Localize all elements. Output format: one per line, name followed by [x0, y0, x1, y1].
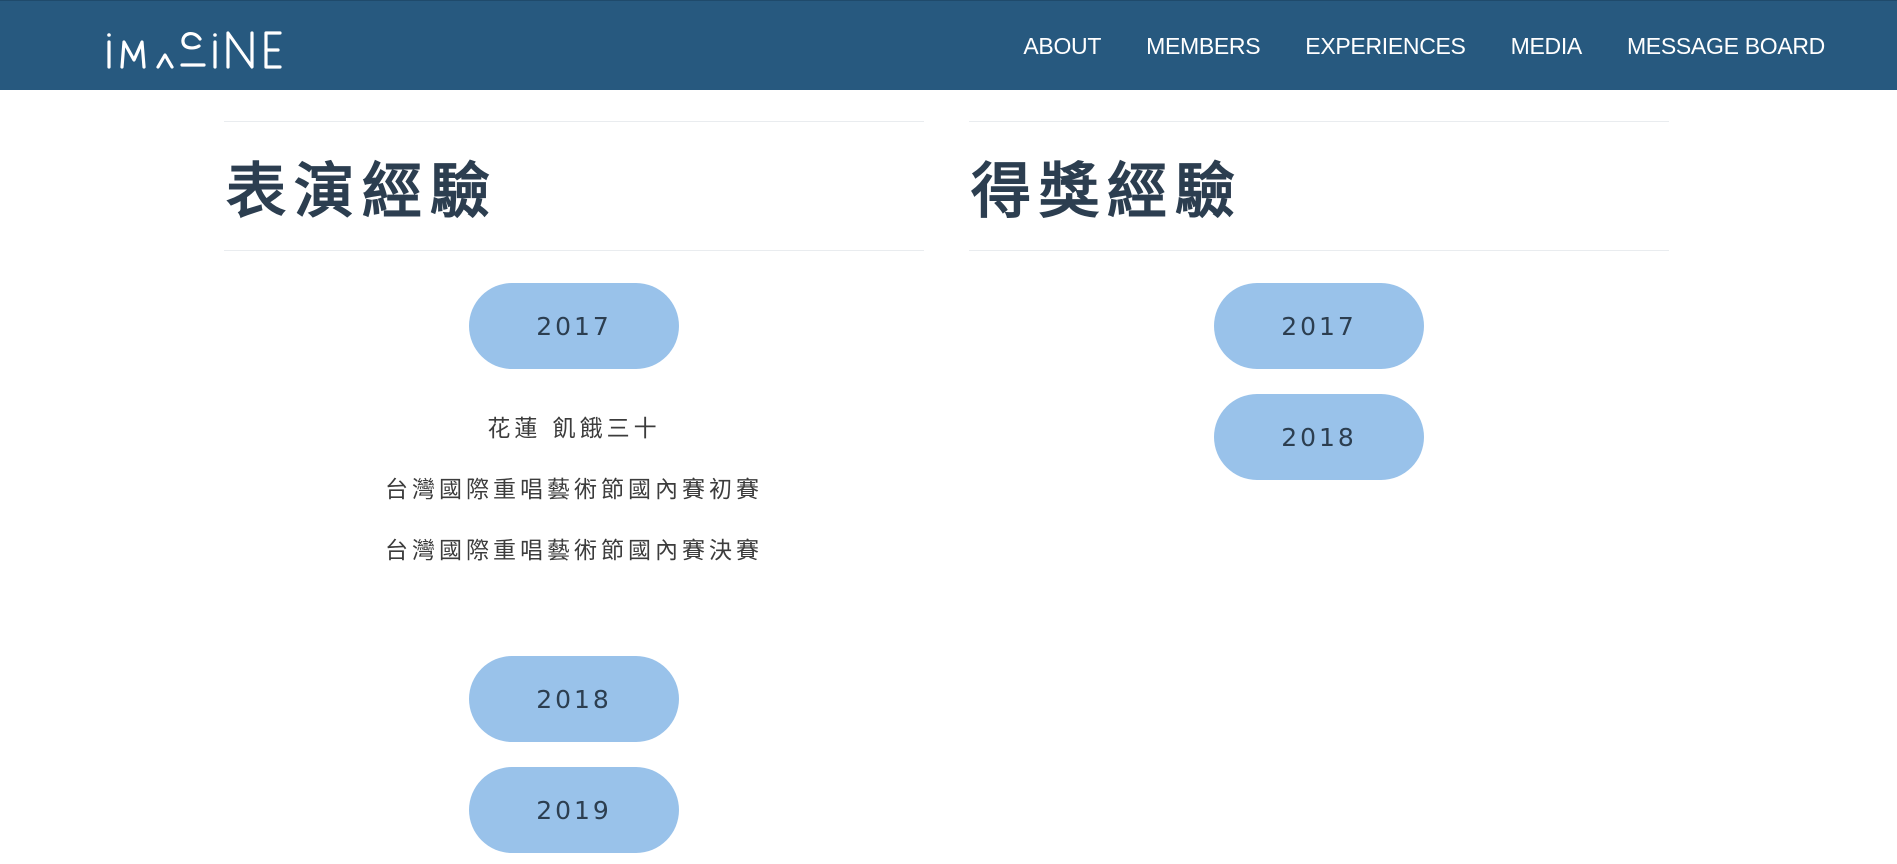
nav-experiences-link[interactable]: EXPERIENCES	[1305, 33, 1466, 60]
nav-members-link[interactable]: MEMBERS	[1146, 33, 1261, 60]
nav-about-link[interactable]: ABOUT	[1023, 33, 1101, 60]
top-navbar: ABOUT MEMBERS EXPERIENCES MEDIA MESSAGE …	[0, 0, 1897, 90]
performance-year-2019-button[interactable]: 2019	[469, 767, 679, 853]
performance-year-2017-button[interactable]: 2017	[469, 283, 679, 369]
performance-experience-section: 表演經驗 2017 花蓮 飢餓三十 台灣國際重唱藝術節國內賽初賽 台灣國際重唱藝…	[224, 121, 924, 853]
nav-links: ABOUT MEMBERS EXPERIENCES MEDIA MESSAGE …	[978, 1, 1825, 91]
award-year-2017-button[interactable]: 2017	[1214, 283, 1424, 369]
performance-year-list: 2017 花蓮 飢餓三十 台灣國際重唱藝術節國內賽初賽 台灣國際重唱藝術節國內賽…	[224, 283, 924, 853]
awards-heading: 得獎經驗	[971, 156, 1243, 227]
divider	[969, 250, 1669, 251]
award-year-list: 2017 2018	[969, 283, 1669, 480]
award-experience-section: 得獎經驗 2017 2018	[969, 121, 1669, 480]
event-item: 台灣國際重唱藝術節國內賽決賽	[385, 538, 763, 564]
imagine-logo-icon	[107, 31, 282, 69]
divider	[224, 250, 924, 251]
performance-year-2018-button[interactable]: 2018	[469, 656, 679, 742]
brand-logo[interactable]	[104, 25, 320, 71]
nav-media-link[interactable]: MEDIA	[1511, 33, 1583, 60]
performance-heading: 表演經驗	[226, 156, 498, 227]
performance-2017-events: 花蓮 飢餓三十 台灣國際重唱藝術節國內賽初賽 台灣國際重唱藝術節國內賽決賽	[385, 399, 763, 582]
award-year-2018-button[interactable]: 2018	[1214, 394, 1424, 480]
event-item: 台灣國際重唱藝術節國內賽初賽	[385, 477, 763, 503]
event-item: 花蓮 飢餓三十	[487, 416, 661, 442]
nav-message-board-link[interactable]: MESSAGE BOARD	[1627, 33, 1825, 60]
